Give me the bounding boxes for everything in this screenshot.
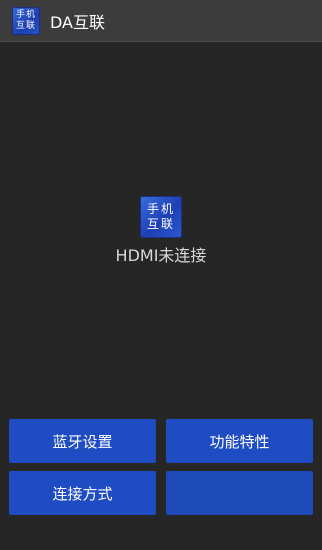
fourth-button[interactable] bbox=[166, 471, 313, 515]
features-button[interactable]: 功能特性 bbox=[166, 419, 313, 463]
status-icon-line2: 互联 bbox=[146, 217, 175, 231]
status-icon-line1: 手机 bbox=[146, 202, 175, 216]
app-logo-line1: 手机 bbox=[15, 9, 36, 20]
app-title: DA互联 bbox=[50, 12, 105, 32]
phone-link-icon: 手机 互联 bbox=[140, 196, 182, 238]
hdmi-status-text: HDMI未连接 bbox=[115, 246, 207, 265]
app-title-bar: 手机 互联 DA互联 bbox=[0, 0, 322, 42]
bluetooth-settings-button[interactable]: 蓝牙设置 bbox=[9, 419, 156, 463]
connection-method-button[interactable]: 连接方式 bbox=[9, 471, 156, 515]
connection-status: 手机 互联 HDMI未连接 bbox=[0, 196, 322, 266]
app-logo-icon: 手机 互联 bbox=[12, 6, 40, 35]
app-logo-line2: 互联 bbox=[15, 20, 36, 31]
